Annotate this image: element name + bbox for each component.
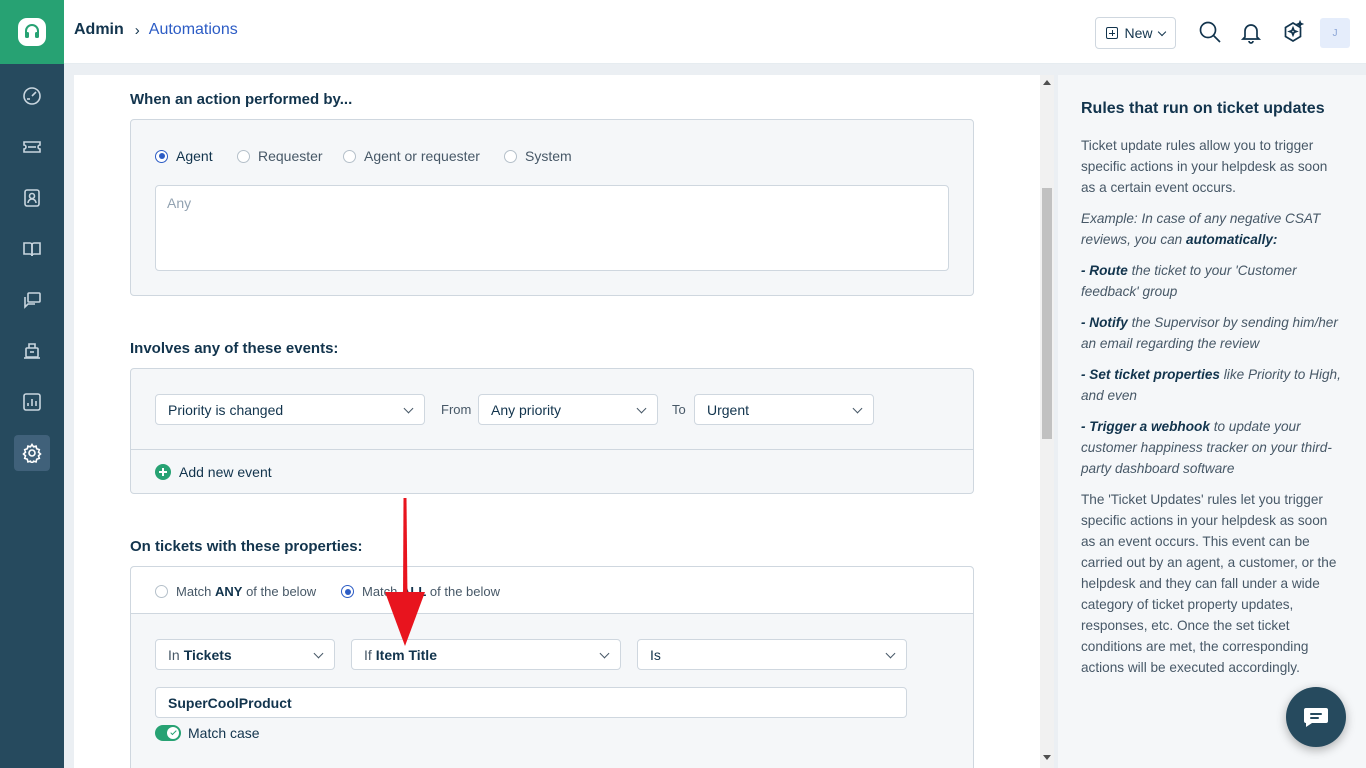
breadcrumb-separator: › xyxy=(134,21,140,39)
events-divider xyxy=(131,449,973,450)
select-value: Priority is changed xyxy=(168,401,284,418)
select-value: Tickets xyxy=(183,646,232,663)
radio-circle xyxy=(504,149,517,163)
performer-section-title: When an action performed by... xyxy=(130,91,353,108)
select-prefix: If xyxy=(364,646,372,663)
help-panel: Rules that run on ticket updates Ticket … xyxy=(1058,75,1366,768)
scroll-up-arrow[interactable] xyxy=(1043,80,1051,85)
events-box: Priority is changed From Any priority To… xyxy=(130,368,974,494)
radio-agent-or-requester[interactable]: Agent or requester xyxy=(343,148,480,164)
reports-icon[interactable] xyxy=(14,384,50,420)
help-example: Example: In case of any negative CSAT re… xyxy=(1081,211,1321,247)
solutions-book-icon[interactable] xyxy=(14,231,50,267)
scroll-thumb[interactable] xyxy=(1042,188,1052,439)
bell-icon[interactable] xyxy=(1239,20,1263,44)
dashboard-icon[interactable] xyxy=(14,78,50,114)
from-label: From xyxy=(441,402,472,417)
select-value: Is xyxy=(650,646,661,663)
to-label: To xyxy=(672,402,686,417)
radio-circle xyxy=(341,585,354,598)
radio-circle xyxy=(155,585,168,598)
main-scrollbar[interactable] xyxy=(1040,75,1054,768)
help-bullet: - Trigger a webhook to update your custo… xyxy=(1081,419,1332,476)
rule-editor: When an action performed by... Agent Req… xyxy=(74,75,1040,768)
help-bullet: - Set ticket properties like Priority to… xyxy=(1081,367,1341,403)
help-bullet: - Route the ticket to your 'Customer fee… xyxy=(1081,263,1297,299)
chat-bubble-icon xyxy=(1304,708,1328,727)
chevron-down-icon xyxy=(599,648,610,659)
events-section-title: Involves any of these events: xyxy=(130,340,339,357)
radio-label: Agent xyxy=(176,148,213,164)
performer-agents-input[interactable]: Any xyxy=(155,185,949,271)
breadcrumb-admin[interactable]: Admin xyxy=(74,21,124,39)
chevron-down-icon xyxy=(885,648,896,659)
radio-requester[interactable]: Requester xyxy=(237,148,323,164)
app-logo[interactable] xyxy=(0,0,64,64)
match-case-toggle[interactable] xyxy=(155,725,181,741)
radio-circle xyxy=(343,149,356,163)
search-icon[interactable] xyxy=(1198,20,1222,44)
add-event-label: Add new event xyxy=(179,464,272,480)
match-any-label: Match ANY of the below xyxy=(176,584,317,599)
radio-label: Requester xyxy=(258,148,323,164)
plus-circle-icon xyxy=(155,464,171,480)
select-value: Urgent xyxy=(707,401,750,418)
contacts-icon[interactable] xyxy=(14,180,50,216)
breadcrumb: Admin › Automations xyxy=(74,21,238,39)
ai-sparkle-icon[interactable] xyxy=(1281,19,1305,44)
condition-operator-select[interactable]: Is xyxy=(637,639,907,670)
conditions-box: Match ANY of the below Match ALL of the … xyxy=(130,566,974,768)
select-value: Any priority xyxy=(491,401,562,418)
radio-system[interactable]: System xyxy=(504,148,572,164)
help-bullet: - Notify the Supervisor by sending him/h… xyxy=(1081,315,1338,351)
tickets-icon[interactable] xyxy=(14,129,50,165)
conditions-section-title: On tickets with these properties: xyxy=(130,538,363,555)
chevron-down-icon xyxy=(852,403,863,414)
chevron-down-icon xyxy=(636,403,647,414)
help-intro: Ticket update rules allow you to trigger… xyxy=(1081,138,1328,195)
radio-label: Agent or requester xyxy=(364,148,480,164)
admin-gear-icon[interactable] xyxy=(14,435,50,471)
from-priority-select[interactable]: Any priority xyxy=(478,394,658,425)
match-case-label: Match case xyxy=(188,725,260,741)
scroll-down-arrow[interactable] xyxy=(1043,755,1051,760)
radio-label: System xyxy=(525,148,572,164)
radio-agent[interactable]: Agent xyxy=(155,148,213,164)
forums-icon[interactable] xyxy=(14,282,50,318)
chevron-down-icon xyxy=(403,403,414,414)
select-value: Item Title xyxy=(375,646,437,663)
radio-circle xyxy=(237,149,250,163)
sidebar xyxy=(0,0,64,768)
match-mode-bar: Match ANY of the below Match ALL of the … xyxy=(131,567,973,614)
condition-value-input[interactable]: SuperCoolProduct xyxy=(155,687,907,718)
condition-scope-select[interactable]: In Tickets xyxy=(155,639,335,670)
annotation-arrow xyxy=(385,498,425,646)
help-outro: The 'Ticket Updates' rules let you trigg… xyxy=(1081,492,1337,675)
match-case-row: Match case xyxy=(155,725,260,741)
to-priority-select[interactable]: Urgent xyxy=(694,394,874,425)
event-type-select[interactable]: Priority is changed xyxy=(155,394,425,425)
new-button[interactable]: New xyxy=(1095,17,1176,49)
new-button-label: New xyxy=(1124,25,1153,41)
chevron-down-icon xyxy=(1157,27,1166,36)
plus-square-icon xyxy=(1106,27,1119,39)
chat-widget-button[interactable] xyxy=(1286,687,1346,747)
check-icon xyxy=(170,728,177,736)
groups-icon[interactable] xyxy=(14,333,50,369)
add-new-event-button[interactable]: Add new event xyxy=(155,464,272,480)
help-title: Rules that run on ticket updates xyxy=(1081,100,1325,117)
select-prefix: In xyxy=(168,646,180,663)
headset-logo-icon xyxy=(18,18,46,46)
radio-match-any[interactable]: Match ANY of the below xyxy=(155,584,316,599)
radio-circle xyxy=(155,149,168,163)
performer-box: Agent Requester Agent or requester Syste… xyxy=(130,119,974,296)
breadcrumb-automations[interactable]: Automations xyxy=(149,21,238,39)
user-avatar[interactable]: J xyxy=(1320,18,1350,48)
chevron-down-icon xyxy=(313,648,324,659)
top-header: Admin › Automations New J xyxy=(64,0,1366,64)
